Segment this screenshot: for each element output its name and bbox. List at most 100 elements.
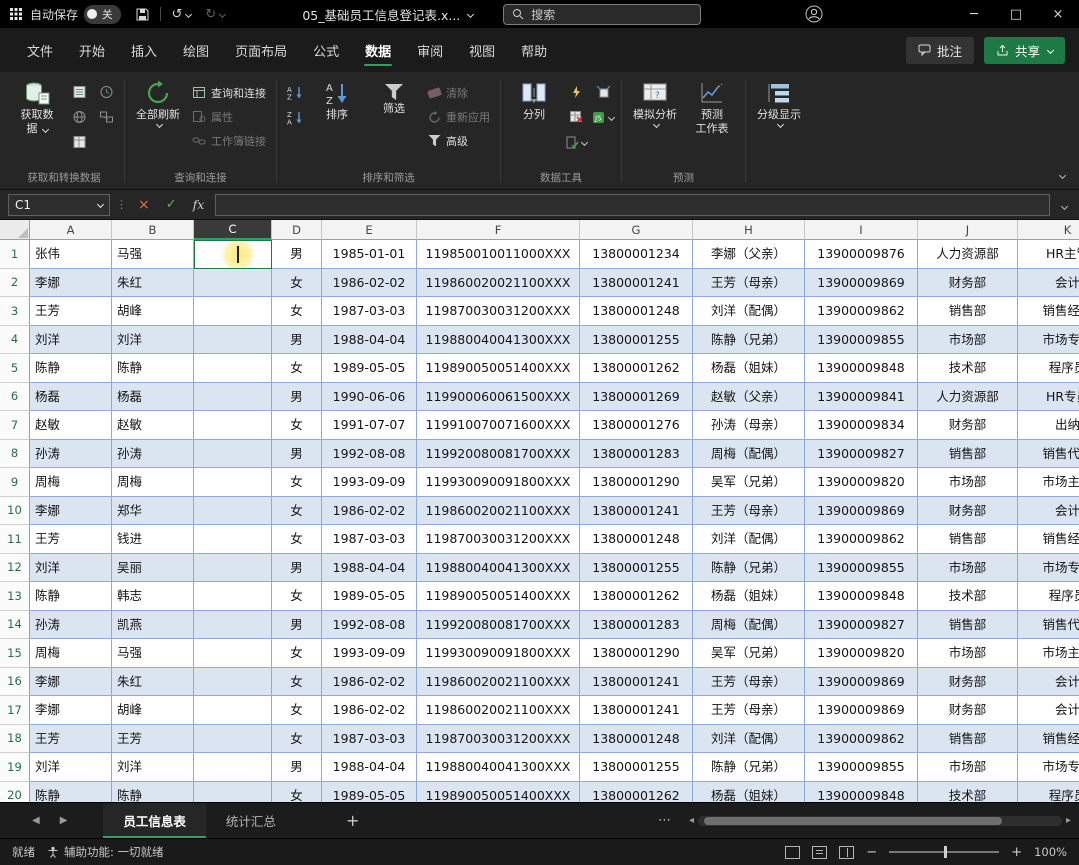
cell-I19[interactable]: 13900009855 [805, 753, 918, 782]
row-header-17[interactable]: 17 [0, 696, 30, 725]
cell-F7[interactable]: 119910070071600XXX [417, 411, 580, 440]
row-header-9[interactable]: 9 [0, 468, 30, 497]
cell-J4[interactable]: 市场部 [918, 325, 1018, 354]
account-button[interactable] [805, 5, 823, 23]
cell-F6[interactable]: 119900060061500XXX [417, 382, 580, 411]
cell-I6[interactable]: 13900009841 [805, 382, 918, 411]
cell-F10[interactable]: 119860020021100XXX [417, 496, 580, 525]
cell-F18[interactable]: 119870030031200XXX [417, 724, 580, 753]
cell-D16[interactable]: 女 [272, 667, 322, 696]
tab-insert[interactable]: 插入 [118, 28, 170, 72]
cell-J16[interactable]: 财务部 [918, 667, 1018, 696]
cell-C14[interactable] [194, 610, 272, 639]
add-sheet-button[interactable]: + [338, 811, 367, 830]
cell-A5[interactable]: 陈静 [30, 354, 112, 383]
cell-J18[interactable]: 销售部 [918, 724, 1018, 753]
column-header-H[interactable]: H [693, 220, 805, 240]
sort-button[interactable]: AZ 排序 [310, 78, 364, 124]
cell-J8[interactable]: 销售部 [918, 439, 1018, 468]
cell-C3[interactable] [194, 297, 272, 326]
cell-I7[interactable]: 13900009834 [805, 411, 918, 440]
cell-E2[interactable]: 1986-02-02 [322, 268, 417, 297]
column-header-K[interactable]: K [1018, 220, 1079, 240]
cell-G4[interactable]: 13800001255 [580, 325, 693, 354]
cell-J19[interactable]: 市场部 [918, 753, 1018, 782]
cell-B2[interactable]: 朱红 [112, 268, 194, 297]
cell-B12[interactable]: 吴丽 [112, 553, 194, 582]
zoom-slider-thumb[interactable] [944, 846, 948, 858]
cell-F14[interactable]: 119920080081700XXX [417, 610, 580, 639]
cell-K18[interactable]: 销售经理 [1018, 725, 1079, 753]
cell-D3[interactable]: 女 [272, 297, 322, 326]
cell-F20[interactable]: 119890050051400XXX [417, 781, 580, 802]
cell-C10[interactable] [194, 496, 272, 525]
cell-H18[interactable]: 刘洋（配偶） [693, 724, 805, 753]
cell-D11[interactable]: 女 [272, 525, 322, 554]
autosave-toggle[interactable]: 关 [84, 4, 121, 24]
cell-B3[interactable]: 胡峰 [112, 297, 194, 326]
forecast-sheet-button[interactable]: 预测 工作表 [685, 78, 739, 139]
cell-A20[interactable]: 陈静 [30, 781, 112, 802]
cell-H4[interactable]: 陈静（兄弟） [693, 325, 805, 354]
cell-A2[interactable]: 李娜 [30, 268, 112, 297]
cell-J7[interactable]: 财务部 [918, 411, 1018, 440]
column-header-J[interactable]: J [918, 220, 1018, 240]
from-text-csv-button[interactable] [67, 82, 91, 102]
cell-D20[interactable]: 女 [272, 781, 322, 802]
more-sheets-button[interactable]: ⋯ [648, 813, 681, 828]
column-header-I[interactable]: I [805, 220, 918, 240]
zoom-slider[interactable] [889, 846, 1000, 858]
cell-K1[interactable]: HR主管 [1018, 240, 1079, 269]
cell-D9[interactable]: 女 [272, 468, 322, 497]
search-box[interactable]: 搜索 [503, 3, 702, 25]
tab-page-layout[interactable]: 页面布局 [222, 28, 300, 72]
text-to-columns-button[interactable]: 分列 [507, 78, 561, 124]
cell-E17[interactable]: 1986-02-02 [322, 696, 417, 725]
cell-A14[interactable]: 孙涛 [30, 610, 112, 639]
advanced-filter-button[interactable]: 高级 [424, 130, 494, 151]
cell-K14[interactable]: 销售代表 [1018, 611, 1079, 639]
cell-G7[interactable]: 13800001276 [580, 411, 693, 440]
cell-J3[interactable]: 销售部 [918, 297, 1018, 326]
horizontal-scrollbar[interactable]: ◂ ▸ [681, 803, 1079, 838]
cell-G11[interactable]: 13800001248 [580, 525, 693, 554]
maximize-button[interactable]: □ [995, 0, 1037, 28]
cell-G10[interactable]: 13800001241 [580, 496, 693, 525]
cell-K19[interactable]: 市场专员 [1018, 753, 1079, 782]
properties-button[interactable]: 属性 [188, 106, 270, 127]
cell-B20[interactable]: 陈静 [112, 781, 194, 802]
cell-E4[interactable]: 1988-04-04 [322, 325, 417, 354]
column-header-B[interactable]: B [112, 220, 194, 240]
cell-C19[interactable] [194, 753, 272, 782]
cell-A1[interactable]: 张伟 [30, 240, 112, 269]
cell-K12[interactable]: 市场专员 [1018, 554, 1079, 582]
cell-H2[interactable]: 王芳（母亲） [693, 268, 805, 297]
cell-B10[interactable]: 郑华 [112, 496, 194, 525]
flash-fill-button[interactable] [564, 82, 588, 102]
row-header-2[interactable]: 2 [0, 268, 30, 297]
cell-C9[interactable] [194, 468, 272, 497]
scripts-button[interactable]: JS [591, 107, 616, 127]
cell-D2[interactable]: 女 [272, 268, 322, 297]
cell-H10[interactable]: 王芳（母亲） [693, 496, 805, 525]
cell-K5[interactable]: 程序员 [1018, 354, 1079, 383]
cell-E19[interactable]: 1988-04-04 [322, 753, 417, 782]
cell-E1[interactable]: 1985-01-01 [322, 240, 417, 269]
cell-B13[interactable]: 韩志 [112, 582, 194, 611]
cell-F17[interactable]: 119860020021100XXX [417, 696, 580, 725]
queries-connections-button[interactable]: 查询和连接 [188, 82, 270, 103]
cell-K6[interactable]: HR专员 [1018, 383, 1079, 411]
formula-input[interactable] [215, 193, 1050, 216]
cell-A19[interactable]: 刘洋 [30, 753, 112, 782]
cell-I16[interactable]: 13900009869 [805, 667, 918, 696]
confirm-entry-button[interactable]: ✓ [161, 197, 182, 212]
cell-A6[interactable]: 杨磊 [30, 382, 112, 411]
scroll-left-icon[interactable]: ◂ [689, 815, 694, 826]
row-header-5[interactable]: 5 [0, 354, 30, 383]
cell-H14[interactable]: 周梅（配偶） [693, 610, 805, 639]
row-header-20[interactable]: 20 [0, 781, 30, 802]
cell-D17[interactable]: 女 [272, 696, 322, 725]
cell-G17[interactable]: 13800001241 [580, 696, 693, 725]
cell-F13[interactable]: 119890050051400XXX [417, 582, 580, 611]
select-all-corner[interactable] [0, 220, 30, 240]
